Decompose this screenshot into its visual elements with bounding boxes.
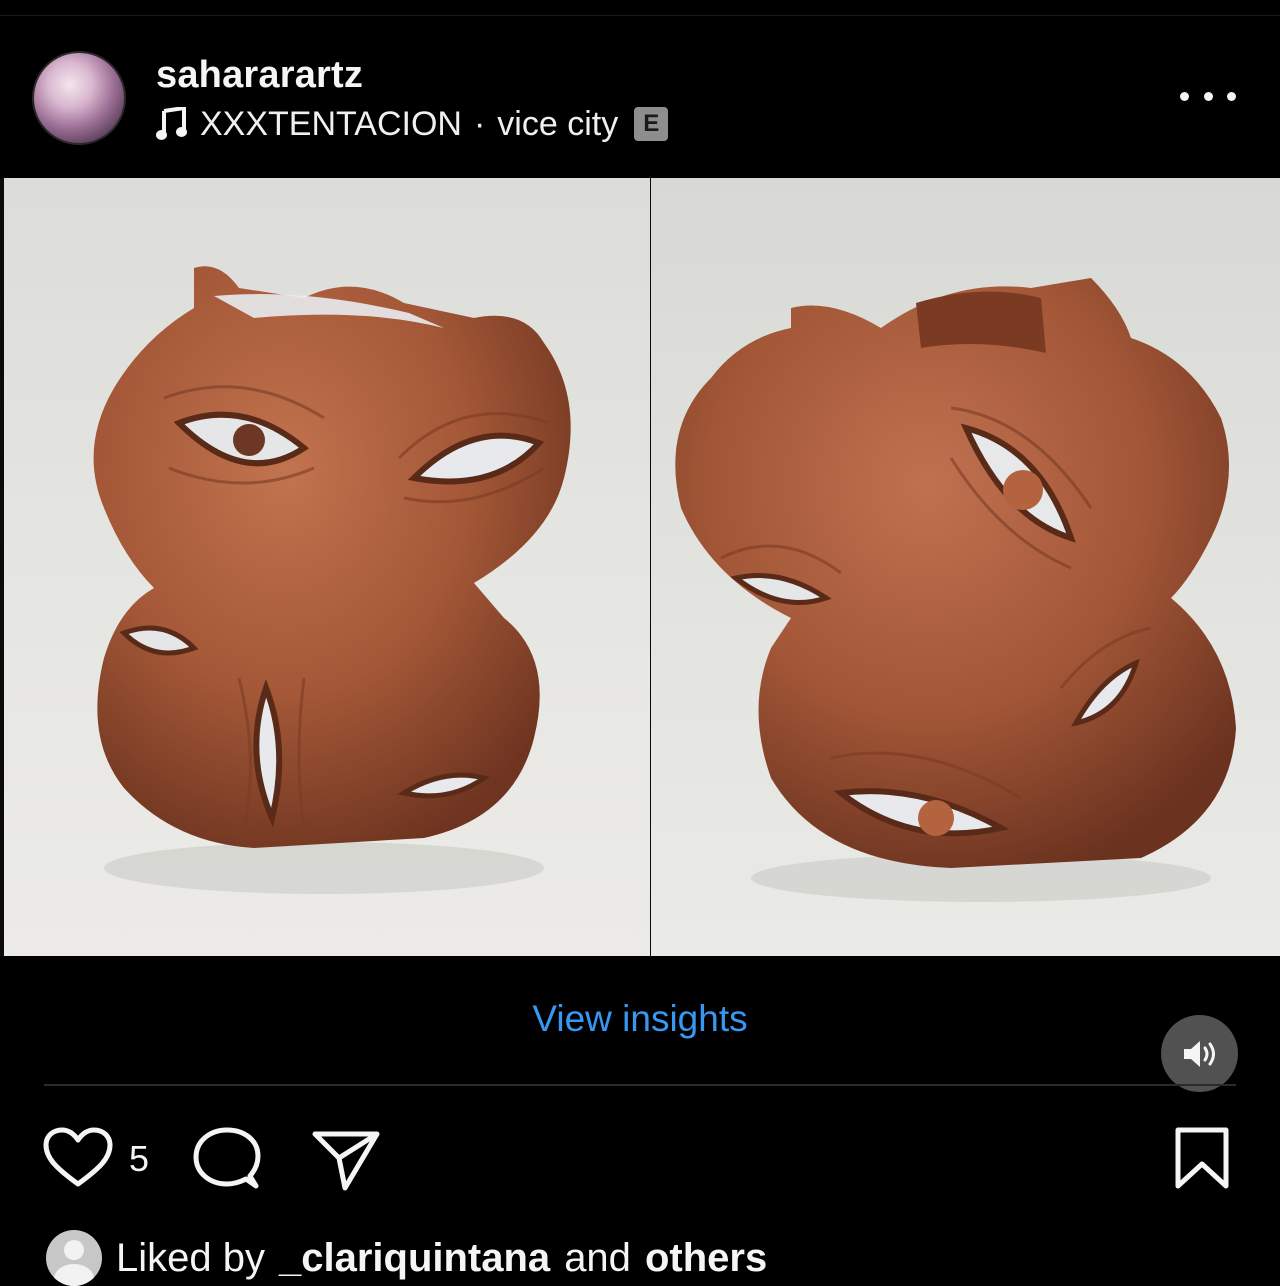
more-options-icon[interactable] <box>1180 84 1236 108</box>
explicit-badge: E <box>634 107 669 141</box>
post-photo-right <box>651 178 1280 956</box>
divider <box>44 1084 1236 1086</box>
post-photo-left <box>4 178 650 956</box>
audio-track: vice city <box>497 104 619 143</box>
music-note-icon <box>156 107 187 140</box>
heart-icon[interactable] <box>42 1126 114 1190</box>
profile-avatar[interactable] <box>32 51 126 145</box>
liked-by-user[interactable]: _clariquintana <box>279 1236 550 1281</box>
username[interactable]: sahararartz <box>156 54 363 97</box>
audio-separator: · <box>473 104 486 143</box>
ceramic-vase-rotated-illustration <box>675 278 1236 902</box>
liked-by-others[interactable]: others <box>645 1236 767 1281</box>
post-header: sahararartz XXXTENTACION · vice city E <box>0 18 1280 178</box>
post-media[interactable] <box>0 178 1280 1092</box>
ceramic-vase-illustration <box>93 266 571 894</box>
bookmark-icon[interactable] <box>1174 1126 1230 1190</box>
action-bar: 5 <box>0 1120 1280 1200</box>
comment-icon[interactable] <box>192 1126 262 1192</box>
liked-by-conjunction: and <box>564 1235 631 1280</box>
liker-avatar <box>46 1230 102 1286</box>
status-strip <box>0 0 1280 16</box>
view-insights-link[interactable]: View insights <box>0 998 1280 1040</box>
like-count[interactable]: 5 <box>129 1138 149 1180</box>
audio-artist: XXXTENTACION <box>200 104 462 143</box>
send-icon[interactable] <box>311 1128 381 1192</box>
liked-by-summary[interactable]: Liked by _clariquintana and others <box>46 1230 767 1286</box>
audio-attribution[interactable]: XXXTENTACION · vice city E <box>156 102 669 146</box>
liked-by-prefix: Liked by <box>116 1235 265 1280</box>
